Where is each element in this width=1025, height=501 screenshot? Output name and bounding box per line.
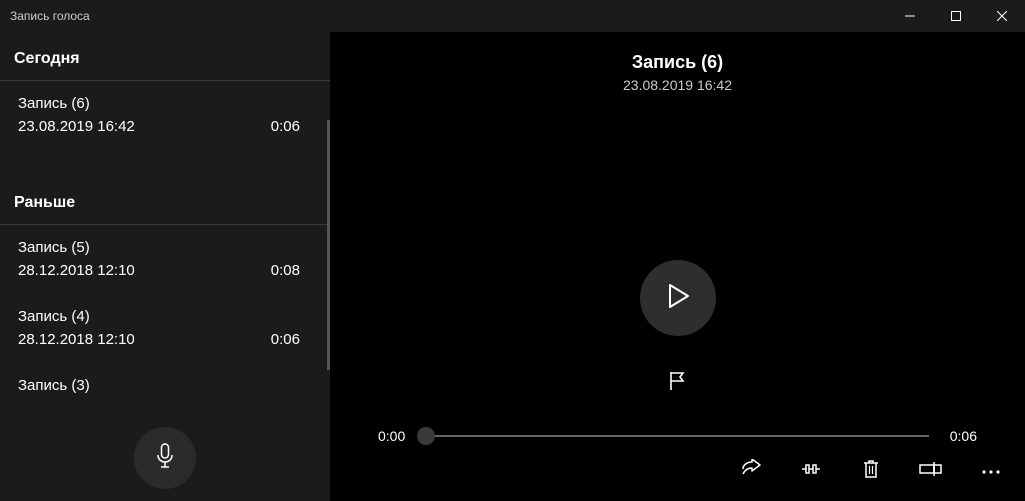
close-button[interactable] <box>979 0 1025 32</box>
record-button[interactable] <box>134 427 196 489</box>
trash-icon <box>862 459 880 484</box>
delete-button[interactable] <box>859 459 883 483</box>
recording-item[interactable]: Запись (3) <box>0 363 330 411</box>
window-controls <box>887 0 1025 32</box>
titlebar: Запись голоса <box>0 0 1025 32</box>
recording-duration: 0:06 <box>271 118 300 135</box>
recording-date: 28.12.2018 12:10 <box>18 331 135 348</box>
recording-item[interactable]: Запись (5) 28.12.2018 12:10 0:08 <box>0 225 330 294</box>
marker-button[interactable] <box>668 370 688 397</box>
section-header-today: Сегодня <box>0 32 330 81</box>
toolbar <box>739 459 1003 483</box>
recording-date: 28.12.2018 12:10 <box>18 262 135 279</box>
recording-date: 23.08.2019 16:42 <box>330 77 1025 93</box>
recording-duration: 0:06 <box>271 331 300 348</box>
sidebar: Сегодня Запись (6) 23.08.2019 16:42 0:06… <box>0 32 330 501</box>
trim-button[interactable] <box>799 459 823 483</box>
recording-title: Запись (4) <box>18 308 300 325</box>
recording-title: Запись (6) <box>330 52 1025 73</box>
flag-icon <box>668 379 688 396</box>
microphone-icon <box>154 443 176 474</box>
play-icon <box>666 283 690 314</box>
trim-icon <box>800 460 822 483</box>
total-time: 0:06 <box>943 428 977 444</box>
minimize-button[interactable] <box>887 0 933 32</box>
more-button[interactable] <box>979 459 1003 483</box>
rename-button[interactable] <box>919 459 943 483</box>
recording-title: Запись (5) <box>18 239 300 256</box>
seek-track[interactable] <box>426 435 929 437</box>
seek-thumb[interactable] <box>417 427 435 445</box>
window-title: Запись голоса <box>10 9 90 23</box>
recording-title: Запись (3) <box>18 377 300 394</box>
recording-item[interactable]: Запись (6) 23.08.2019 16:42 0:06 <box>0 81 330 150</box>
share-button[interactable] <box>739 459 763 483</box>
current-time: 0:00 <box>378 428 412 444</box>
main-panel: Запись (6) 23.08.2019 16:42 0:00 0:06 <box>330 32 1025 501</box>
recording-item[interactable]: Запись (4) 28.12.2018 12:10 0:06 <box>0 294 330 363</box>
rename-icon <box>919 461 943 482</box>
recording-date: 23.08.2019 16:42 <box>18 118 135 135</box>
maximize-button[interactable] <box>933 0 979 32</box>
recording-duration: 0:08 <box>271 262 300 279</box>
recording-title: Запись (6) <box>18 95 300 112</box>
play-button[interactable] <box>640 260 716 336</box>
more-icon <box>982 462 1000 480</box>
timeline: 0:00 0:06 <box>378 428 977 444</box>
section-header-earlier: Раньше <box>0 176 330 225</box>
share-icon <box>740 459 762 484</box>
